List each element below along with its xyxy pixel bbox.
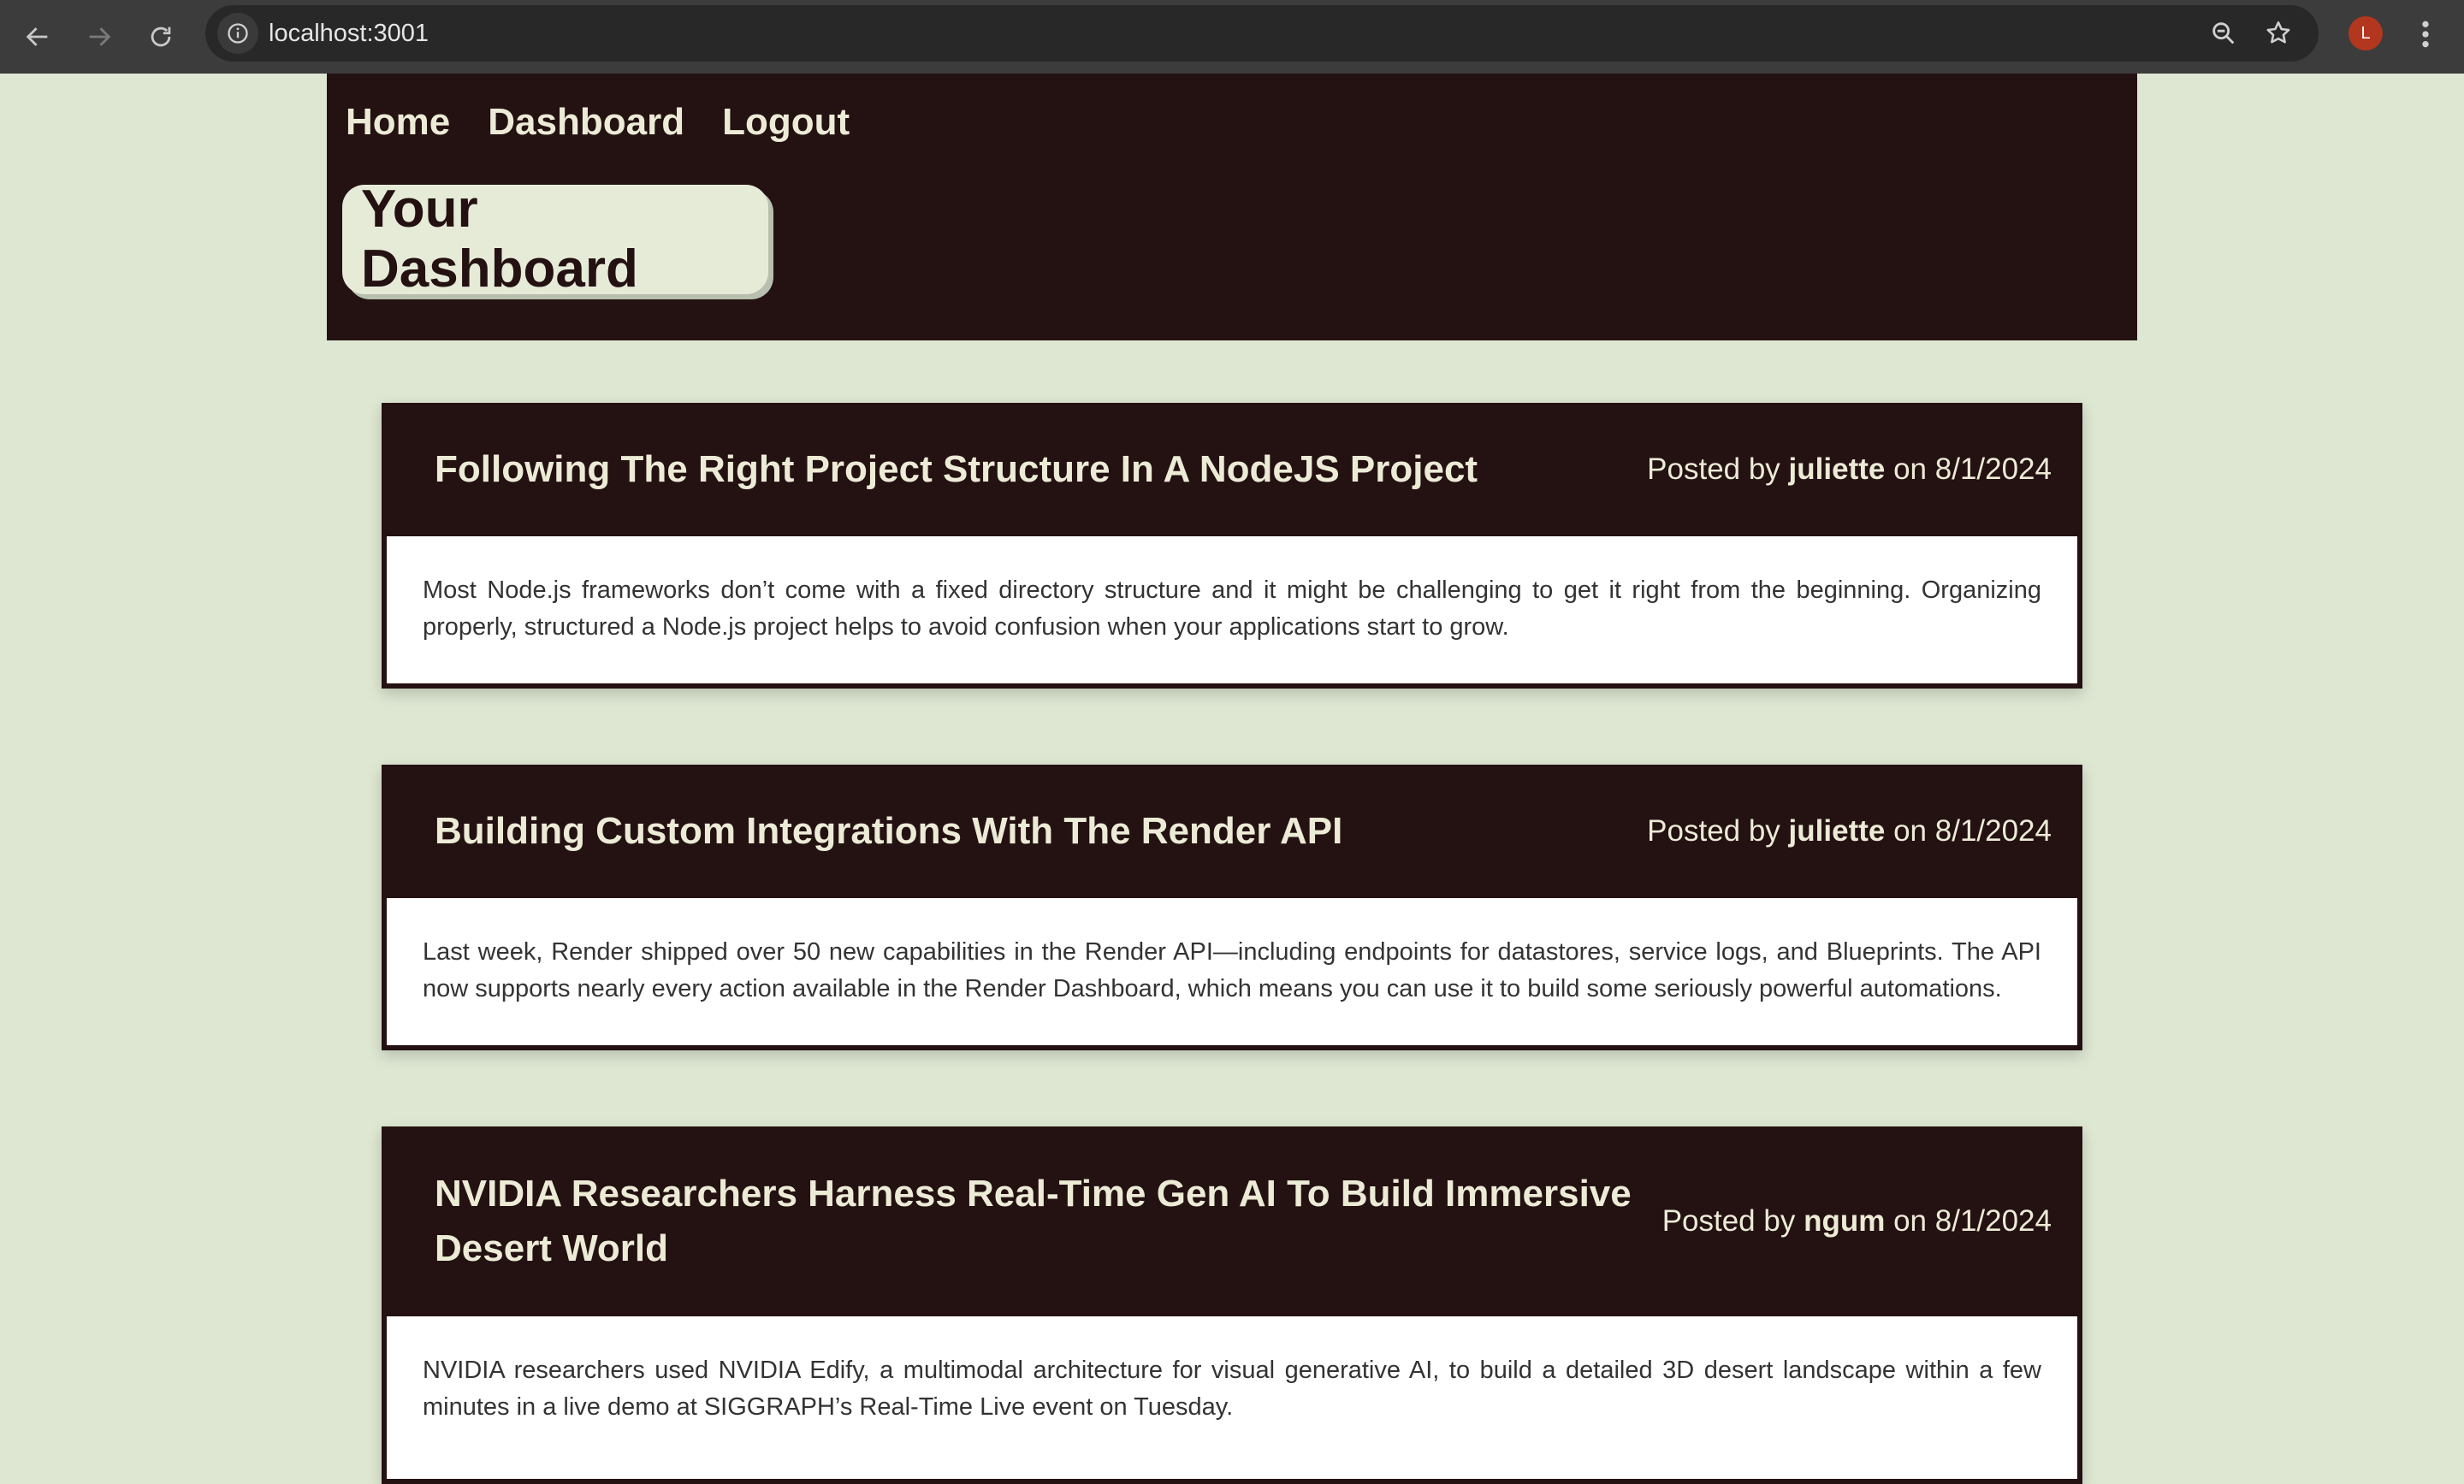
post-body: NVIDIA researchers used NVIDIA Edify, a …: [387, 1316, 2077, 1479]
post-body: Most Node.js frameworks don’t come with …: [387, 536, 2077, 683]
browser-toolbar: localhost:3001 L: [0, 0, 2464, 74]
profile-avatar[interactable]: L: [2348, 16, 2383, 50]
post-header[interactable]: Building Custom Integrations With The Re…: [387, 765, 2077, 898]
post-author: juliette: [1788, 814, 1886, 848]
reload-button[interactable]: [142, 18, 180, 56]
forward-button[interactable]: [80, 18, 118, 56]
post-author: juliette: [1788, 452, 1886, 486]
post-title[interactable]: Building Custom Integrations With The Re…: [435, 804, 1342, 859]
page-title-badge: Your Dashboard: [342, 180, 768, 299]
post-header[interactable]: NVIDIA Researchers Harness Real-Time Gen…: [387, 1126, 2077, 1316]
post-card[interactable]: Following The Right Project Structure In…: [382, 403, 2082, 689]
site-header: Home Dashboard Logout Your Dashboard: [327, 74, 2137, 340]
url-text[interactable]: localhost:3001: [269, 20, 429, 47]
page-title: Your Dashboard: [361, 180, 638, 299]
post-meta: Posted by juliette on 8/1/2024: [1647, 452, 2052, 487]
on-label: on: [1893, 1204, 1928, 1238]
on-label: on: [1893, 814, 1928, 848]
site-info-button[interactable]: [217, 13, 258, 54]
posted-by-label: Posted by: [1647, 814, 1780, 848]
main-nav: Home Dashboard Logout: [346, 101, 850, 144]
back-arrow-icon: [26, 27, 48, 46]
post-card[interactable]: NVIDIA Researchers Harness Real-Time Gen…: [382, 1126, 2082, 1484]
post-title[interactable]: Following The Right Project Structure In…: [435, 442, 1478, 497]
on-label: on: [1893, 452, 1928, 486]
posted-by-label: Posted by: [1647, 452, 1780, 486]
post-author: ngum: [1804, 1204, 1886, 1238]
reload-icon: [151, 27, 171, 47]
post-header[interactable]: Following The Right Project Structure In…: [387, 403, 2077, 536]
post-body: Last week, Render shipped over 50 new ca…: [387, 898, 2077, 1045]
nav-dashboard-link[interactable]: Dashboard: [488, 101, 684, 144]
post-card[interactable]: Building Custom Integrations With The Re…: [382, 765, 2082, 1050]
posted-by-label: Posted by: [1661, 1204, 1796, 1238]
bookmark-star-icon[interactable]: [2264, 19, 2293, 48]
kebab-menu-icon[interactable]: [2414, 17, 2437, 51]
zoom-icon[interactable]: [2209, 19, 2238, 48]
post-meta: Posted by ngum on 8/1/2024: [1662, 1204, 2052, 1239]
site-info-icon: [228, 23, 248, 44]
forward-arrow-icon: [89, 27, 111, 46]
nav-home-link[interactable]: Home: [346, 101, 450, 144]
post-meta: Posted by juliette on 8/1/2024: [1647, 814, 2052, 848]
post-title[interactable]: NVIDIA Researchers Harness Real-Time Gen…: [435, 1167, 1632, 1276]
post-date: 8/1/2024: [1934, 452, 2052, 486]
post-date: 8/1/2024: [1934, 1204, 2052, 1238]
address-bar[interactable]: localhost:3001: [205, 5, 2319, 62]
nav-logout-link[interactable]: Logout: [722, 101, 850, 144]
post-date: 8/1/2024: [1934, 814, 2052, 848]
back-button[interactable]: [19, 18, 56, 56]
